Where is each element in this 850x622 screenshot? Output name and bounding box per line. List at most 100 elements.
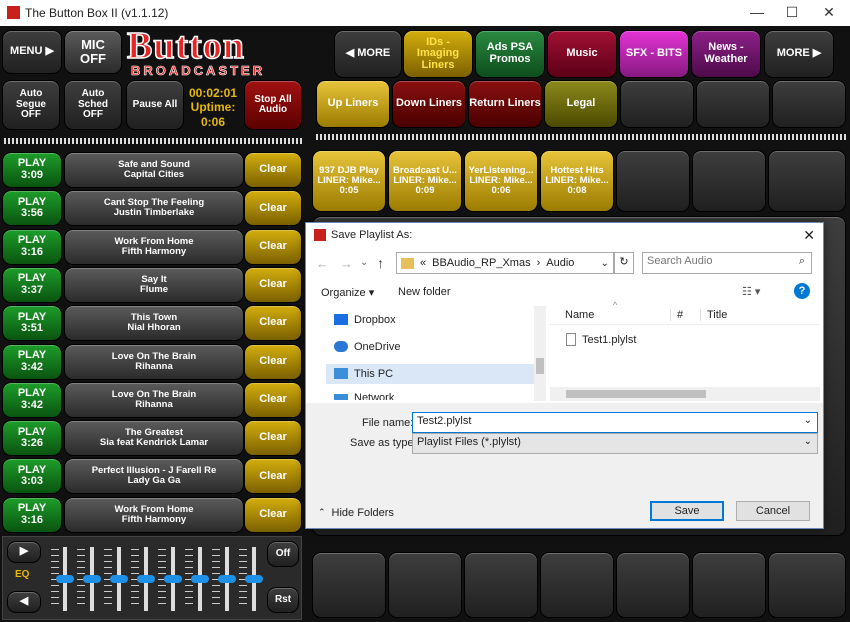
eq-slider-knob[interactable] — [110, 575, 128, 583]
column-header-number[interactable]: # — [670, 309, 683, 321]
clear-button[interactable]: Clear — [244, 343, 302, 380]
cancel-button[interactable]: Cancel — [736, 501, 810, 521]
eq-slider[interactable] — [110, 547, 128, 611]
stop-all-audio-button[interactable]: Stop All Audio — [244, 80, 302, 130]
eq-slider-knob[interactable] — [83, 575, 101, 583]
tab-down-liners[interactable]: Down Liners — [392, 80, 466, 128]
save-button[interactable]: Save — [650, 501, 724, 521]
path-root[interactable]: « — [420, 257, 426, 269]
empty-liner-slot[interactable] — [692, 552, 766, 618]
auto-segue-button[interactable]: Auto Segue OFF — [2, 80, 60, 130]
tab-return-liners[interactable]: Return Liners — [468, 80, 542, 128]
chevron-down-icon[interactable]: ⌄ — [804, 436, 812, 447]
eq-slider-knob[interactable] — [137, 575, 155, 583]
refresh-icon[interactable]: ↻ — [614, 252, 634, 274]
empty-tab[interactable] — [772, 80, 846, 128]
tab-up-liners[interactable]: Up Liners — [316, 80, 390, 128]
clear-button[interactable]: Clear — [244, 266, 302, 303]
clear-button[interactable]: Clear — [244, 496, 302, 533]
new-folder-button[interactable]: New folder — [398, 286, 451, 298]
play-button[interactable]: PLAY 3:51 — [2, 305, 62, 342]
file-list-scrollbar[interactable] — [550, 387, 820, 401]
eq-slider-knob[interactable] — [191, 575, 209, 583]
eq-slider[interactable] — [191, 547, 209, 611]
nav-scrollbar[interactable] — [534, 306, 546, 401]
empty-liner-slot[interactable] — [692, 150, 766, 212]
track-info[interactable]: Love On The Brain Rihanna — [64, 343, 244, 380]
pause-all-button[interactable]: Pause All — [126, 80, 184, 130]
nav-scrollbar-thumb[interactable] — [536, 358, 544, 374]
empty-liner-slot[interactable] — [768, 552, 846, 618]
play-button[interactable]: PLAY 3:03 — [2, 458, 62, 495]
column-header-title[interactable]: Title — [700, 309, 727, 321]
more-right-button[interactable]: MORE ▶ — [764, 30, 834, 78]
track-info[interactable]: Safe and Sound Capital Cities — [64, 152, 244, 188]
play-button[interactable]: PLAY 3:16 — [2, 228, 62, 265]
track-info[interactable]: The Greatest Sia feat Kendrick Lamar — [64, 420, 244, 457]
eq-slider[interactable] — [245, 547, 263, 611]
track-info[interactable]: This Town Nial Hhoran — [64, 305, 244, 342]
menu-button[interactable]: MENU ▶ — [2, 30, 62, 74]
chevron-down-icon[interactable]: ⌄ — [601, 258, 609, 269]
eq-slider-knob[interactable] — [164, 575, 182, 583]
track-info[interactable]: Cant Stop The Feeling Justin Timberlake — [64, 190, 244, 227]
clear-button[interactable]: Clear — [244, 228, 302, 265]
eq-prev-button[interactable]: ◀ — [7, 591, 41, 613]
path-segment[interactable]: Audio — [546, 257, 574, 269]
tab-news-weather[interactable]: News - Weather — [691, 30, 761, 78]
save-as-type-select[interactable]: Playlist Files (*.plylst) ⌄ — [412, 433, 818, 454]
eq-next-button[interactable]: ▶ — [7, 541, 41, 563]
nav-item-network[interactable]: Network — [326, 390, 536, 400]
empty-liner-slot[interactable] — [388, 552, 462, 618]
clear-button[interactable]: Clear — [244, 152, 302, 188]
forward-arrow-icon[interactable]: → — [340, 256, 353, 271]
tab-sfx-bits[interactable]: SFX - BITS — [619, 30, 689, 78]
empty-liner-slot[interactable] — [540, 552, 614, 618]
empty-liner-slot[interactable] — [312, 552, 386, 618]
address-bar[interactable]: « BBAudio_RP_Xmas › Audio ⌄ — [396, 252, 614, 274]
play-button[interactable]: PLAY 3:37 — [2, 266, 62, 303]
clear-button[interactable]: Clear — [244, 458, 302, 495]
column-header-name[interactable]: Name — [565, 309, 594, 321]
eq-slider[interactable] — [137, 547, 155, 611]
empty-liner-slot[interactable] — [616, 150, 690, 212]
tab-ids-imaging-liners[interactable]: IDs - Imaging Liners — [403, 30, 473, 78]
eq-slider[interactable] — [83, 547, 101, 611]
recent-dropdown-icon[interactable]: ⌄ — [360, 257, 368, 268]
more-left-button[interactable]: ◀ MORE — [334, 30, 402, 78]
liner-button[interactable]: Broadcast U... LINER: Mike... 0:09 — [388, 150, 462, 212]
dialog-close-button[interactable]: ✕ — [803, 227, 815, 244]
empty-tab[interactable] — [696, 80, 770, 128]
eq-slider[interactable] — [56, 547, 74, 611]
play-button[interactable]: PLAY 3:26 — [2, 420, 62, 457]
file-list-scrollbar-thumb[interactable] — [566, 390, 706, 398]
hide-folders-button[interactable]: ⌃ Hide Folders — [318, 507, 394, 519]
eq-slider-knob[interactable] — [245, 575, 263, 583]
eq-off-button[interactable]: Off — [267, 541, 299, 567]
back-arrow-icon[interactable]: ← — [316, 256, 329, 271]
auto-sched-button[interactable]: Auto Sched OFF — [64, 80, 122, 130]
nav-item-dropbox[interactable]: Dropbox — [326, 310, 536, 330]
play-button[interactable]: PLAY 3:16 — [2, 496, 62, 533]
play-button[interactable]: PLAY 3:56 — [2, 190, 62, 227]
up-arrow-icon[interactable]: ↑ — [377, 255, 384, 271]
play-button[interactable]: PLAY 3:09 — [2, 152, 62, 188]
close-button[interactable]: ✕ — [814, 4, 844, 21]
clear-button[interactable]: Clear — [244, 420, 302, 457]
eq-reset-button[interactable]: Rst — [267, 587, 299, 613]
path-segment[interactable]: BBAudio_RP_Xmas — [432, 257, 530, 269]
liner-button[interactable]: YerListening... LINER: Mike... 0:06 — [464, 150, 538, 212]
track-info[interactable]: Say It Flume — [64, 266, 244, 303]
tab-legal[interactable]: Legal — [544, 80, 618, 128]
eq-slider[interactable] — [164, 547, 182, 611]
maximize-button[interactable]: ☐ — [777, 4, 807, 21]
track-info[interactable]: Love On The Brain Rihanna — [64, 381, 244, 418]
organize-button[interactable]: Organize ▾ — [321, 286, 374, 299]
play-button[interactable]: PLAY 3:42 — [2, 343, 62, 380]
track-info[interactable]: Perfect Illusion - J Farell Re Lady Ga Ga — [64, 458, 244, 495]
empty-liner-slot[interactable] — [768, 150, 846, 212]
eq-slider[interactable] — [218, 547, 236, 611]
tab-music[interactable]: Music — [547, 30, 617, 78]
empty-liner-slot[interactable] — [464, 552, 538, 618]
tab-ads-psa-promos[interactable]: Ads PSA Promos — [475, 30, 545, 78]
